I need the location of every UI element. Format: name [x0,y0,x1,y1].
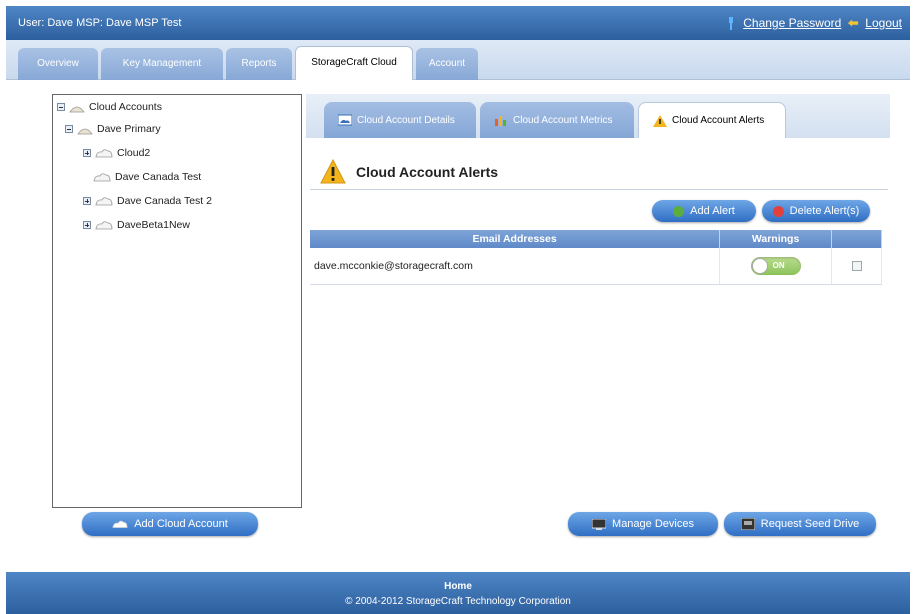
column-header-select [831,230,882,248]
content-area: Cloud Accounts Dave Primary Cloud2 Dave … [6,80,910,568]
add-icon [673,205,685,217]
manage-devices-button[interactable]: Manage Devices [568,512,718,536]
tree-item-davebeta1new[interactable]: DaveBeta1New [83,219,190,231]
tab-storagecraft-cloud[interactable]: StorageCraft Cloud [295,46,413,81]
footer: Home © 2004-2012 StorageCraft Technology… [6,572,910,614]
cloud-accounts-tree: Cloud Accounts Dave Primary Cloud2 Dave … [52,94,302,508]
delete-alerts-button[interactable]: Delete Alert(s) [762,200,870,222]
tab-label: Cloud Account Alerts [672,115,765,126]
expand-icon[interactable] [83,149,91,157]
tab-account[interactable]: Account [416,48,478,80]
cloud-icon [112,520,128,528]
home-link[interactable]: Home [6,581,910,592]
button-label: Request Seed Drive [760,518,860,530]
alerts-title: Cloud Account Alerts [356,163,499,180]
cloud-icon [95,197,113,206]
tree-label: DaveBeta1New [117,219,190,231]
cloud-icon [95,221,113,230]
tree-item-dave-canada-test-2[interactable]: Dave Canada Test 2 [83,195,212,207]
select-cell [831,248,882,285]
column-header-warnings: Warnings [719,230,833,248]
details-icon [338,114,352,126]
add-alert-button[interactable]: Add Alert [652,200,756,222]
tree-label: Dave Primary [97,123,161,135]
row-checkbox[interactable] [851,260,862,271]
copyright: © 2004-2012 StorageCraft Technology Corp… [345,596,571,607]
button-label: Manage Devices [612,518,694,530]
alerts-header: Cloud Account Alerts [310,154,888,190]
account-icon [77,128,93,135]
collapse-icon[interactable] [65,125,73,133]
expand-icon[interactable] [83,221,91,229]
main-tab-bar: Overview Key Management Reports StorageC… [6,40,910,81]
toggle-knob [751,257,768,274]
request-seed-drive-button[interactable]: Request Seed Drive [724,512,876,536]
toggle-label: ON [772,260,785,270]
button-label: Add Alert [690,205,735,217]
user-label: User: Dave MSP: Dave MSP Test [18,17,182,29]
table-row: dave.mcconkie@storagecraft.com ON [310,248,882,285]
expand-icon[interactable] [83,197,91,205]
tab-label: Overview [37,58,79,69]
warning-cell: ON [719,248,833,285]
sub-tab-bar: Cloud Account Details Cloud Account Metr… [306,94,890,138]
cloud-icon [93,173,111,182]
tree-label: Cloud Accounts [89,101,162,113]
tab-cloud-account-metrics[interactable]: Cloud Account Metrics [480,102,634,138]
tab-label: StorageCraft Cloud [311,57,397,68]
delete-icon [772,205,784,217]
email-cell: dave.mcconkie@storagecraft.com [310,248,721,285]
tab-label: Key Management [122,58,202,69]
tab-label: Account [428,58,466,69]
tab-label: Cloud Account Metrics [513,114,613,126]
column-header-email: Email Addresses [310,230,721,248]
tree-label: Cloud2 [117,147,151,159]
button-label: Delete Alert(s) [789,205,860,217]
add-cloud-account-button[interactable]: Add Cloud Account [82,512,258,536]
key-icon [729,16,734,30]
tree-label: Dave Canada Test 2 [117,195,212,207]
tree-item-cloud2[interactable]: Cloud2 [83,147,150,159]
warning-icon [320,158,346,183]
warning-icon [653,114,667,127]
cloud-account-panel: Cloud Account Details Cloud Account Metr… [306,94,890,508]
button-label: Add Cloud Account [134,518,228,530]
tab-label: Cloud Account Details [357,114,455,126]
tree-root[interactable]: Cloud Accounts [57,101,162,113]
tab-reports[interactable]: Reports [226,48,292,80]
warning-toggle[interactable]: ON [750,256,801,275]
tree-node-primary[interactable]: Dave Primary [65,123,161,135]
tab-overview[interactable]: Overview [18,48,98,80]
tab-cloud-account-alerts[interactable]: Cloud Account Alerts [638,102,786,138]
tree-item-dave-canada-test[interactable]: Dave Canada Test [93,171,201,183]
header-links: Change Password Logout [725,16,902,30]
logout-icon [848,19,859,26]
devices-icon [592,518,607,530]
metrics-icon [495,116,506,126]
tree-label: Dave Canada Test [115,171,202,183]
alerts-table: Email Addresses Warnings dave.mcconkie@s… [310,230,882,285]
tab-label: Reports [241,58,277,69]
tab-cloud-account-details[interactable]: Cloud Account Details [324,102,476,138]
accounts-icon [69,106,85,113]
top-header-bar: User: Dave MSP: Dave MSP Test Change Pas… [6,6,910,40]
logout-link[interactable]: Logout [865,16,902,30]
drive-icon [740,518,755,530]
tab-key-management[interactable]: Key Management [101,48,223,80]
collapse-icon[interactable] [57,103,65,111]
change-password-link[interactable]: Change Password [743,16,841,30]
cloud-icon [95,149,113,158]
